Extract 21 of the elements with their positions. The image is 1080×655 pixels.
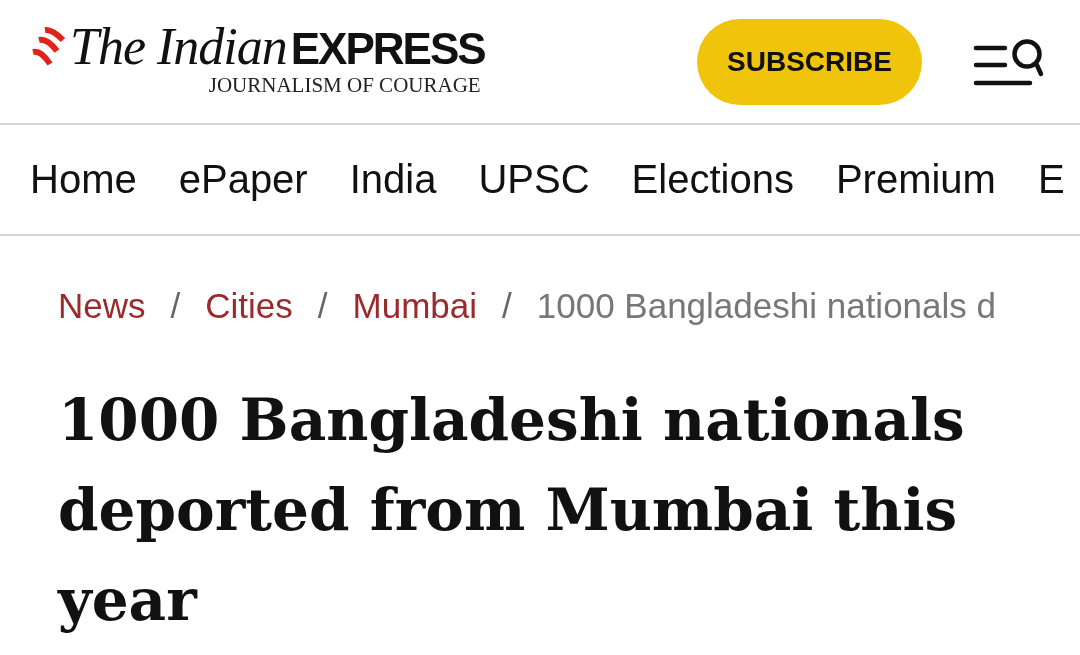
nav-link[interactable]: UPSC [478, 157, 590, 202]
nav-link[interactable]: India [349, 157, 437, 202]
breadcrumb-separator: / [502, 285, 512, 327]
nav-link[interactable]: Premium [835, 157, 996, 202]
nav-link[interactable]: Elections [631, 157, 794, 202]
logo-text: The Indian [70, 22, 287, 71]
logo-stripes-icon [30, 24, 66, 69]
breadcrumb-link[interactable]: Cities [205, 284, 293, 328]
nav-link[interactable]: ePaper [178, 157, 308, 202]
breadcrumb-link[interactable]: Mumbai [352, 284, 477, 328]
article-headline: 1000 Bangladeshi nationals deported from Mumbai this year [58, 385, 966, 636]
nav-link[interactable]: E [1037, 157, 1065, 202]
nav-link[interactable]: Home [30, 157, 137, 202]
subscribe-button[interactable]: SUBSCRIBE [697, 18, 922, 105]
logo-text: EXPRESS [290, 24, 485, 73]
breadcrumb-separator: / [170, 285, 181, 327]
breadcrumb-link[interactable]: News [58, 284, 146, 328]
menu-search-icon[interactable] [972, 36, 1046, 87]
breadcrumb-current: 1000 Bangladeshi nationals d [536, 285, 996, 327]
breadcrumb-separator: / [317, 285, 328, 327]
logo-tagline: JOURNALISM OF COURAGE [208, 72, 481, 97]
